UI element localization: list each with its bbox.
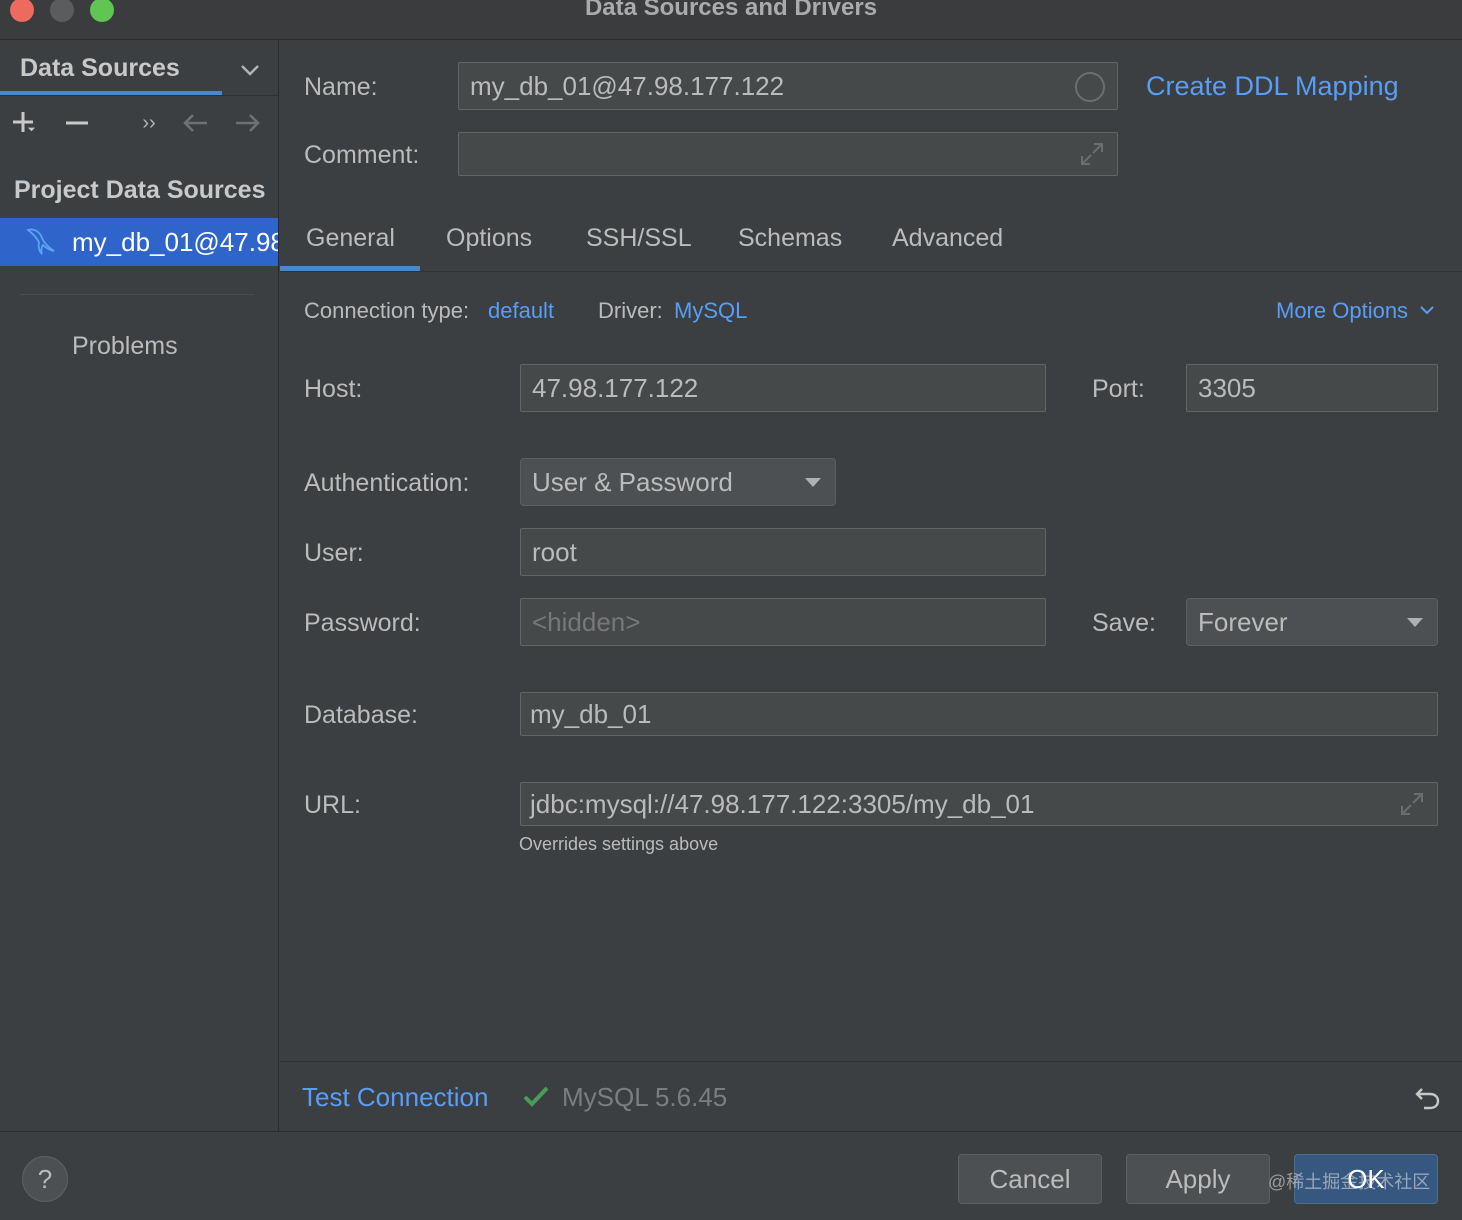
window-title: Data Sources and Drivers — [584, 0, 878, 21]
checkmark-icon — [523, 1086, 549, 1107]
tab-ssh-ssl[interactable]: SSH/SSL — [586, 224, 692, 253]
port-field[interactable]: 3305 — [1186, 364, 1438, 412]
tab-options[interactable]: Options — [446, 224, 532, 253]
sidebar-toolbar: ›› — [0, 96, 278, 152]
url-label: URL: — [304, 791, 361, 819]
add-icon[interactable] — [10, 108, 40, 138]
chevron-down-icon — [1420, 306, 1434, 315]
chevron-down-icon[interactable] — [238, 58, 262, 82]
sidebar: Data Sources ›› Project Data Sources my_… — [0, 40, 279, 1131]
save-dropdown[interactable]: Forever — [1186, 598, 1438, 646]
undo-icon[interactable] — [1414, 1084, 1442, 1112]
authentication-dropdown[interactable]: User & Password — [520, 458, 836, 506]
title-bar: Data Sources and Drivers — [0, 0, 1462, 40]
connection-type-link[interactable]: default — [488, 298, 554, 324]
url-hint: Overrides settings above — [519, 834, 719, 854]
name-field[interactable]: my_db_01@47.98.177.122 — [458, 62, 1118, 110]
dialog-footer: ? Cancel Apply OK @稀土掘金技术社区 — [0, 1131, 1462, 1220]
expand-icon[interactable] — [1399, 791, 1425, 817]
comment-label: Comment: — [304, 141, 420, 169]
test-connection-link[interactable]: Test Connection — [302, 1082, 488, 1113]
mysql-dolphin-icon — [26, 228, 55, 255]
tab-bar: General Options SSH/SSL Schemas Advanced — [280, 212, 1462, 272]
apply-button[interactable]: Apply — [1126, 1154, 1270, 1204]
comment-field[interactable] — [458, 132, 1118, 176]
sidebar-item-label: my_db_01@47.98.177.122 — [72, 227, 278, 257]
sidebar-tab-underline — [0, 91, 222, 95]
authentication-label: Authentication: — [304, 469, 470, 497]
more-actions-icon[interactable]: ›› — [134, 108, 164, 138]
dialog-window: Data Sources and Drivers Data Sources ›› — [0, 0, 1462, 1220]
sidebar-title[interactable]: Data Sources — [20, 54, 180, 83]
save-label: Save: — [1092, 609, 1156, 637]
name-label: Name: — [304, 73, 378, 101]
create-ddl-mapping-link[interactable]: Create DDL Mapping — [1146, 71, 1399, 102]
watermark-text: @稀土掘金技术社区 — [1268, 1172, 1431, 1192]
host-field[interactable]: 47.98.177.122 — [520, 364, 1046, 412]
expand-icon[interactable] — [1079, 141, 1105, 167]
tab-advanced[interactable]: Advanced — [892, 224, 1003, 253]
sidebar-divider — [20, 294, 254, 295]
database-field[interactable]: my_db_01 — [520, 692, 1438, 736]
url-field[interactable]: jdbc:mysql://47.98.177.122:3305/my_db_01 — [520, 782, 1438, 826]
authentication-value: User & Password — [532, 466, 733, 497]
tab-schemas[interactable]: Schemas — [738, 224, 842, 253]
save-value: Forever — [1198, 606, 1288, 637]
password-field[interactable]: <hidden> — [520, 598, 1046, 646]
sidebar-header: Data Sources — [0, 40, 278, 96]
more-options-link[interactable]: More Options — [1276, 298, 1436, 324]
sidebar-item-datasource[interactable]: my_db_01@47.98.177.122 — [0, 218, 278, 266]
project-data-sources-heading: Project Data Sources — [14, 176, 266, 204]
back-arrow-icon[interactable] — [180, 108, 210, 138]
port-label: Port: — [1092, 375, 1145, 403]
url-field-value: jdbc:mysql://47.98.177.122:3305/my_db_01 — [530, 788, 1035, 819]
connection-type-label: Connection type: — [304, 298, 470, 323]
more-options-label: More Options — [1276, 298, 1409, 323]
sidebar-item-problems[interactable]: Problems — [72, 332, 178, 361]
password-label: Password: — [304, 609, 421, 637]
host-label: Host: — [304, 375, 363, 403]
server-version-text: MySQL 5.6.45 — [562, 1082, 728, 1112]
driver-link[interactable]: MySQL — [674, 298, 747, 324]
color-circle-icon[interactable] — [1075, 72, 1105, 102]
database-label: Database: — [304, 701, 418, 729]
forward-arrow-icon[interactable] — [233, 108, 263, 138]
cancel-button[interactable]: Cancel — [958, 1154, 1102, 1204]
help-button[interactable]: ? — [22, 1156, 68, 1202]
main-panel: Name: my_db_01@47.98.177.122 Create DDL … — [280, 40, 1462, 1131]
dropdown-arrow-icon — [1407, 618, 1423, 627]
user-field[interactable]: root — [520, 528, 1046, 576]
tab-general[interactable]: General — [306, 224, 395, 253]
remove-icon[interactable] — [62, 108, 92, 138]
user-label: User: — [304, 539, 364, 567]
name-field-value: my_db_01@47.98.177.122 — [470, 70, 785, 101]
active-tab-underline — [280, 266, 420, 271]
status-bar: Test Connection MySQL 5.6.45 — [280, 1061, 1462, 1131]
driver-label: Driver: — [598, 298, 663, 323]
dropdown-arrow-icon — [805, 478, 821, 487]
